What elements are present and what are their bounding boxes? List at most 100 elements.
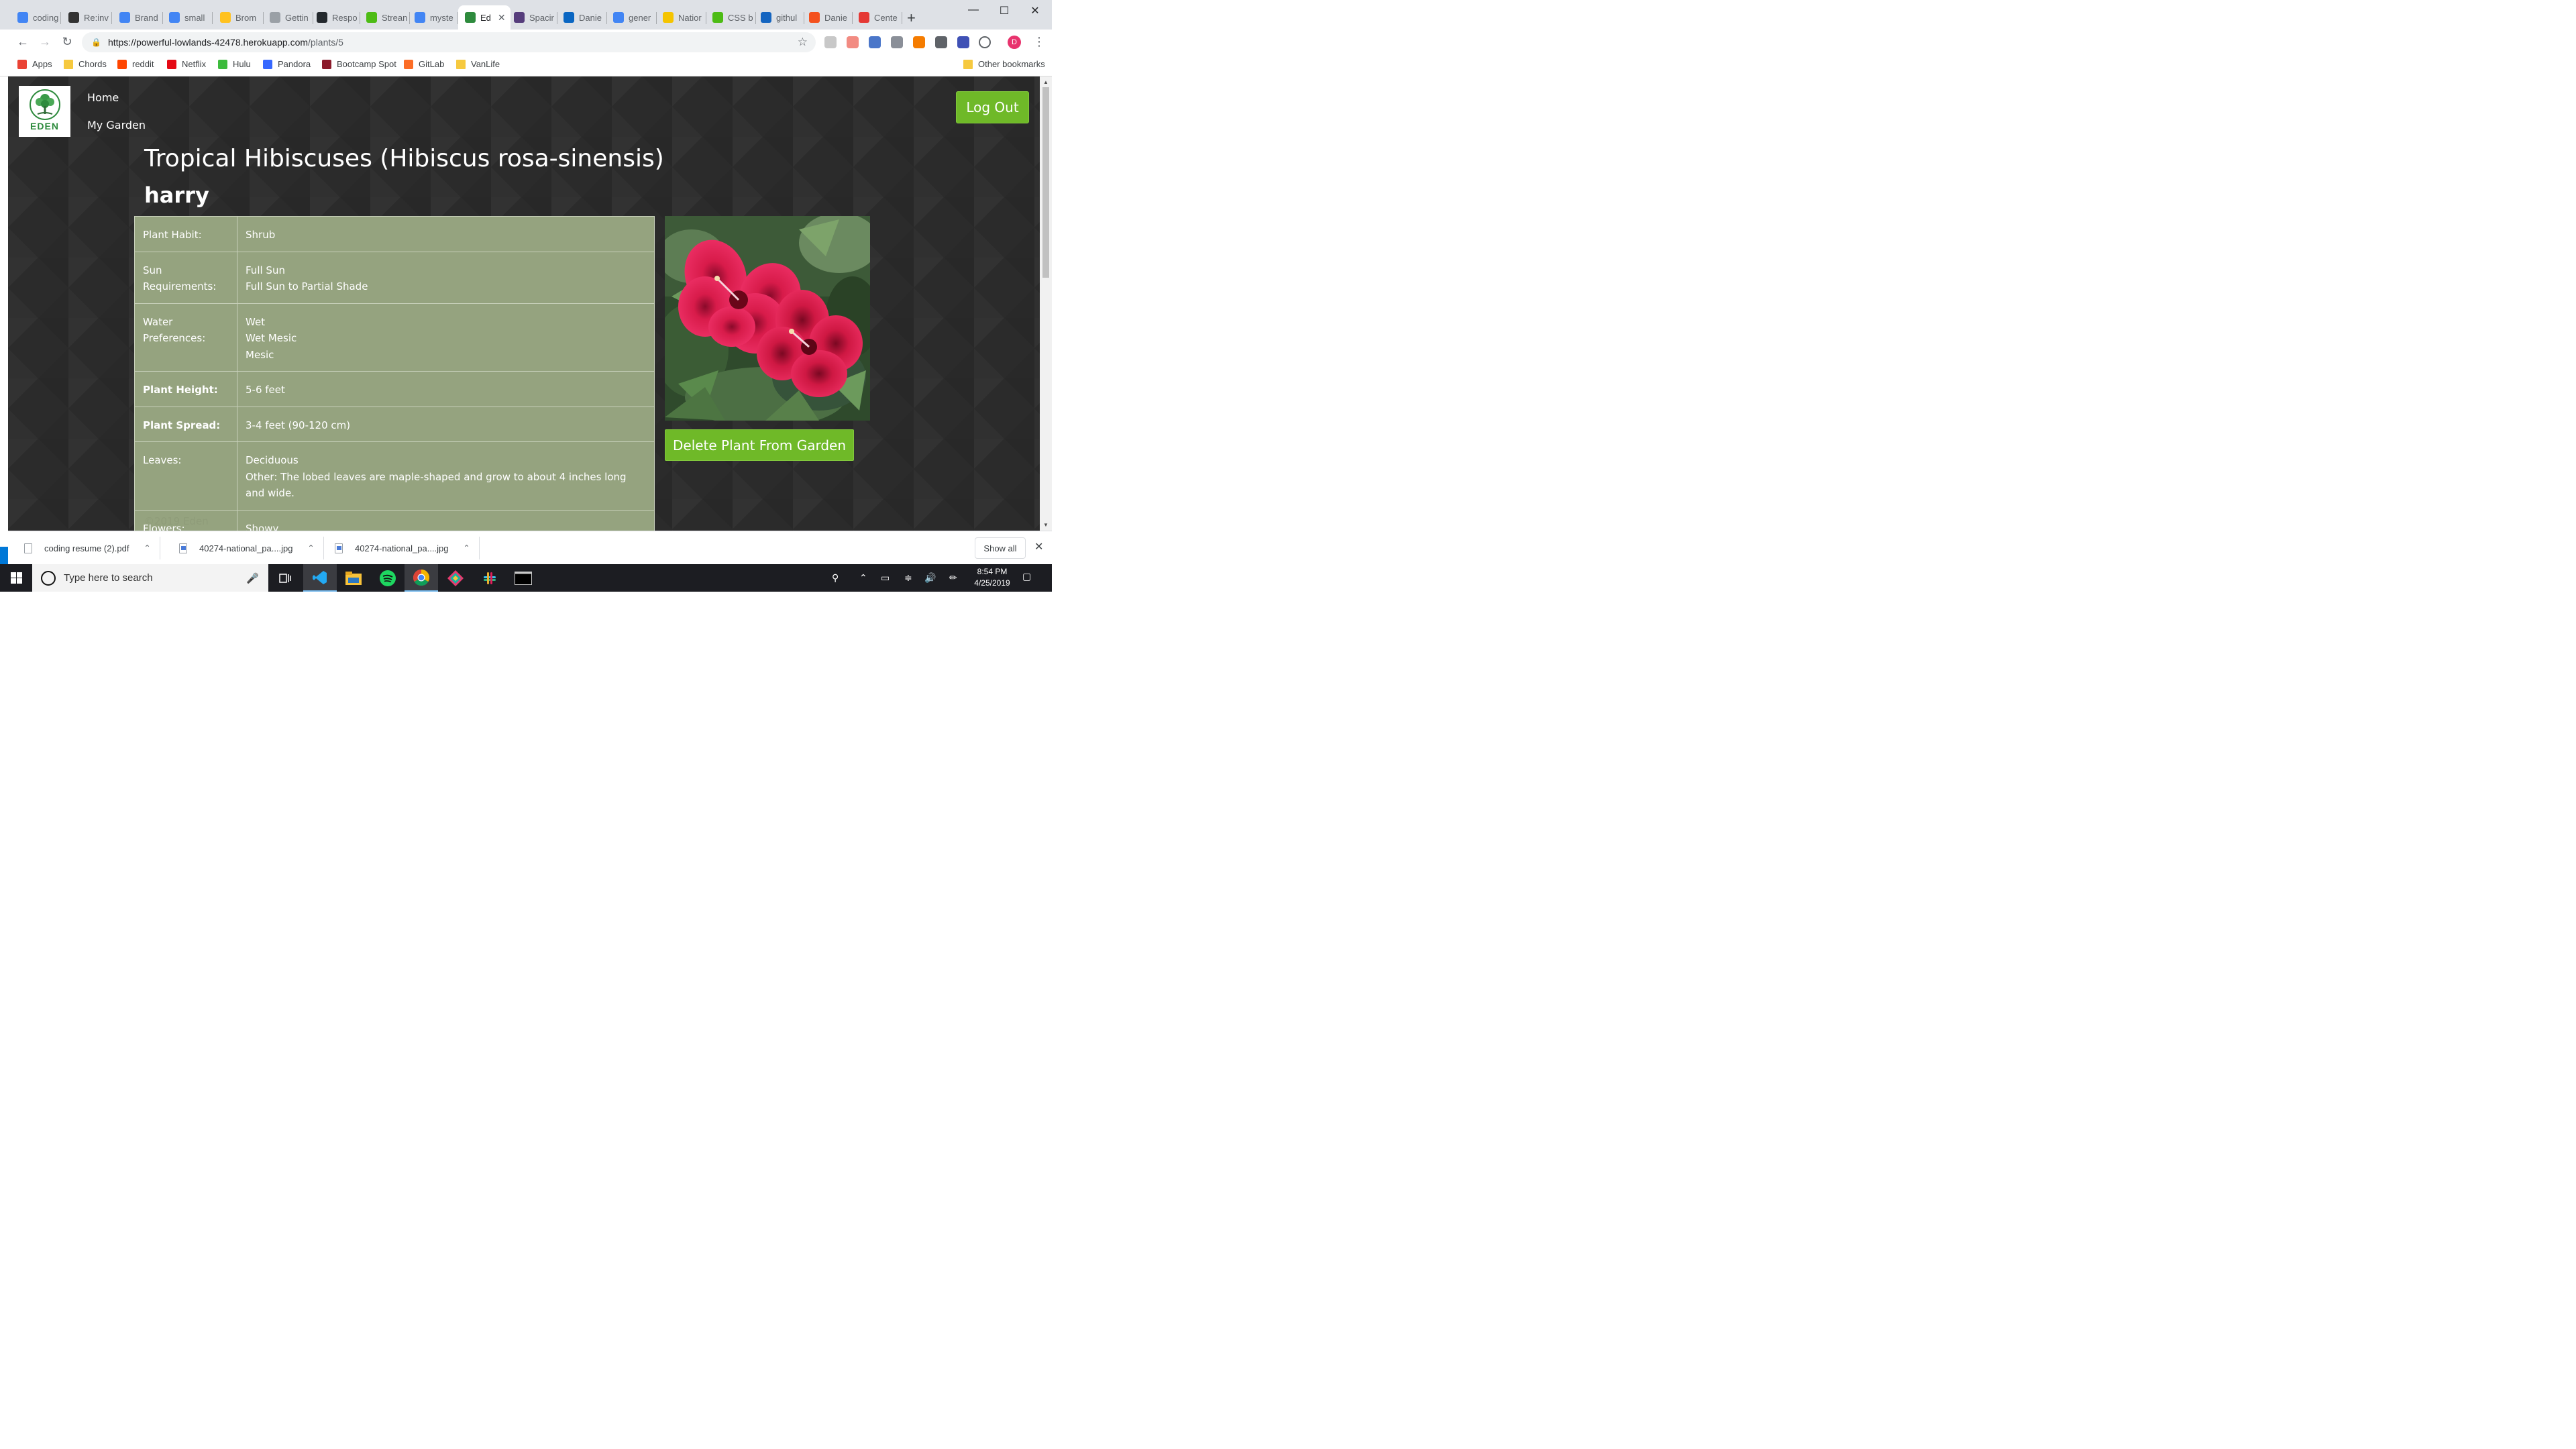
- download-filename: 40274-national_pa....jpg: [199, 543, 293, 553]
- hibiscus-photo-image: [665, 216, 870, 421]
- other-bookmarks-label: Other bookmarks: [978, 59, 1045, 69]
- browser-tab[interactable]: githul: [754, 5, 804, 30]
- browser-tab[interactable]: Re:inv: [62, 5, 112, 30]
- nav-my-garden-link[interactable]: My Garden: [87, 119, 146, 131]
- reddit-icon: [117, 59, 127, 69]
- close-window-button[interactable]: ✕: [1020, 4, 1051, 17]
- spotify-icon[interactable]: [371, 564, 405, 592]
- browser-tab[interactable]: Ed ✕: [458, 5, 511, 30]
- browser-tab[interactable]: CSS b: [706, 5, 756, 30]
- chevron-up-icon[interactable]: ⌃: [859, 572, 867, 584]
- show-all-downloads-button[interactable]: Show all: [975, 537, 1026, 559]
- bookmark-item[interactable]: GitLab: [404, 59, 444, 69]
- extension-icon[interactable]: [935, 36, 947, 48]
- forward-icon[interactable]: →: [37, 35, 53, 49]
- people-icon[interactable]: ⚲: [832, 572, 839, 584]
- apps-grid-icon: [17, 59, 27, 69]
- gitkraken-icon[interactable]: [439, 564, 472, 592]
- browser-tab[interactable]: small: [162, 5, 213, 30]
- bookmark-item[interactable]: Hulu: [218, 59, 251, 69]
- wifi-icon[interactable]: ≑: [904, 572, 912, 584]
- back-icon[interactable]: ←: [15, 35, 31, 49]
- center-icon: [859, 12, 869, 23]
- window-edge: [0, 76, 8, 531]
- profile-avatar[interactable]: D: [1008, 36, 1021, 49]
- bookmark-item[interactable]: Apps: [17, 59, 52, 69]
- detail-key: Plant Spread:: [134, 406, 237, 442]
- browser-tab[interactable]: Cente: [852, 5, 902, 30]
- pen-icon[interactable]: ✏: [949, 572, 957, 584]
- system-clock[interactable]: 8:54 PM 4/25/2019: [969, 566, 1016, 589]
- bootstrap-icon: [514, 12, 525, 23]
- start-button[interactable]: [0, 564, 32, 592]
- browser-tab[interactable]: Respo: [310, 5, 360, 30]
- download-item[interactable]: coding resume (2).pdf ⌃: [24, 531, 160, 565]
- menu-icon[interactable]: ⋮: [1033, 35, 1045, 49]
- close-tab-icon[interactable]: ✕: [498, 12, 506, 23]
- maximize-button[interactable]: ☐: [989, 4, 1020, 17]
- browser-tab[interactable]: Brand: [113, 5, 163, 30]
- google-icon: [415, 12, 425, 23]
- volume-icon[interactable]: 🔊: [924, 572, 936, 584]
- eden-logo[interactable]: EDEN: [19, 86, 70, 137]
- browser-tab[interactable]: Spacir: [507, 5, 557, 30]
- download-item[interactable]: 40274-national_pa....jpg ⌃: [335, 531, 480, 565]
- chevron-up-icon[interactable]: ⌃: [144, 543, 150, 553]
- tab-label: Natior: [678, 12, 702, 23]
- extension-icon[interactable]: [869, 36, 881, 48]
- browser-tab[interactable]: gener: [606, 5, 657, 30]
- browser-tab[interactable]: Danie: [802, 5, 853, 30]
- minimize-button[interactable]: —: [958, 4, 989, 16]
- detail-value: Deciduous Other: The lobed leaves are map…: [237, 441, 655, 511]
- file-explorer-icon[interactable]: [337, 564, 370, 592]
- delete-plant-button[interactable]: Delete Plant From Garden: [665, 429, 854, 461]
- notification-center-icon[interactable]: ▢: [1022, 571, 1031, 582]
- chevron-up-icon[interactable]: ⌃: [464, 543, 470, 553]
- bookmark-item[interactable]: Chords: [64, 59, 107, 69]
- extension-icon[interactable]: [957, 36, 969, 48]
- detail-key: Water Preferences:: [134, 303, 237, 372]
- reload-icon[interactable]: ↻: [59, 35, 75, 49]
- scroll-up-icon[interactable]: ▲: [1043, 79, 1049, 85]
- tab-label: Danie: [824, 12, 847, 23]
- bookmark-star-icon[interactable]: ☆: [798, 36, 808, 49]
- google-icon: [613, 12, 624, 23]
- taskbar-search-box[interactable]: Type here to search 🎤: [32, 564, 268, 592]
- bookmark-item[interactable]: Pandora: [263, 59, 311, 69]
- bookmark-item[interactable]: reddit: [117, 59, 154, 69]
- microphone-icon[interactable]: 🎤: [246, 572, 259, 584]
- browser-tab[interactable]: Strean: [360, 5, 410, 30]
- extension-icon[interactable]: [847, 36, 859, 48]
- browser-tab[interactable]: myste: [408, 5, 458, 30]
- browser-tab[interactable]: Gettin: [263, 5, 313, 30]
- close-shelf-icon[interactable]: ✕: [1034, 540, 1043, 553]
- other-bookmarks[interactable]: Other bookmarks: [963, 59, 1045, 69]
- address-bar[interactable]: 🔒 https://powerful-lowlands-42478.heroku…: [82, 32, 816, 52]
- terminal-icon[interactable]: [506, 564, 540, 592]
- nav-home-link[interactable]: Home: [87, 91, 119, 104]
- task-view-icon[interactable]: [268, 564, 302, 592]
- vscode-icon[interactable]: [303, 564, 337, 592]
- browser-tab[interactable]: Danie: [557, 5, 607, 30]
- chevron-up-icon[interactable]: ⌃: [308, 543, 315, 553]
- logout-button[interactable]: Log Out: [956, 91, 1029, 123]
- extension-icon[interactable]: [891, 36, 903, 48]
- bookmark-item[interactable]: Bootcamp Spot: [322, 59, 396, 69]
- scroll-down-icon[interactable]: ▼: [1043, 522, 1049, 528]
- battery-icon[interactable]: ▭: [881, 572, 890, 584]
- slack-icon[interactable]: [473, 564, 506, 592]
- scrollbar-thumb[interactable]: [1042, 87, 1049, 278]
- download-item[interactable]: 40274-national_pa....jpg ⌃: [179, 531, 324, 565]
- browser-tab[interactable]: coding: [11, 5, 61, 30]
- browser-tab[interactable]: Brom: [213, 5, 264, 30]
- chrome-icon[interactable]: [405, 564, 438, 592]
- extension-icon[interactable]: [913, 36, 925, 48]
- bookmark-item[interactable]: Netflix: [167, 59, 206, 69]
- extension-icon[interactable]: [979, 36, 991, 48]
- new-tab-button[interactable]: +: [907, 9, 916, 27]
- page-scrollbar[interactable]: ▲ ▼: [1040, 76, 1052, 531]
- browser-tab[interactable]: Natior: [656, 5, 706, 30]
- bookmark-item[interactable]: VanLife: [456, 59, 500, 69]
- download-shelf: coding resume (2).pdf ⌃ 40274-national_p…: [8, 531, 1052, 564]
- extension-icon[interactable]: [824, 36, 837, 48]
